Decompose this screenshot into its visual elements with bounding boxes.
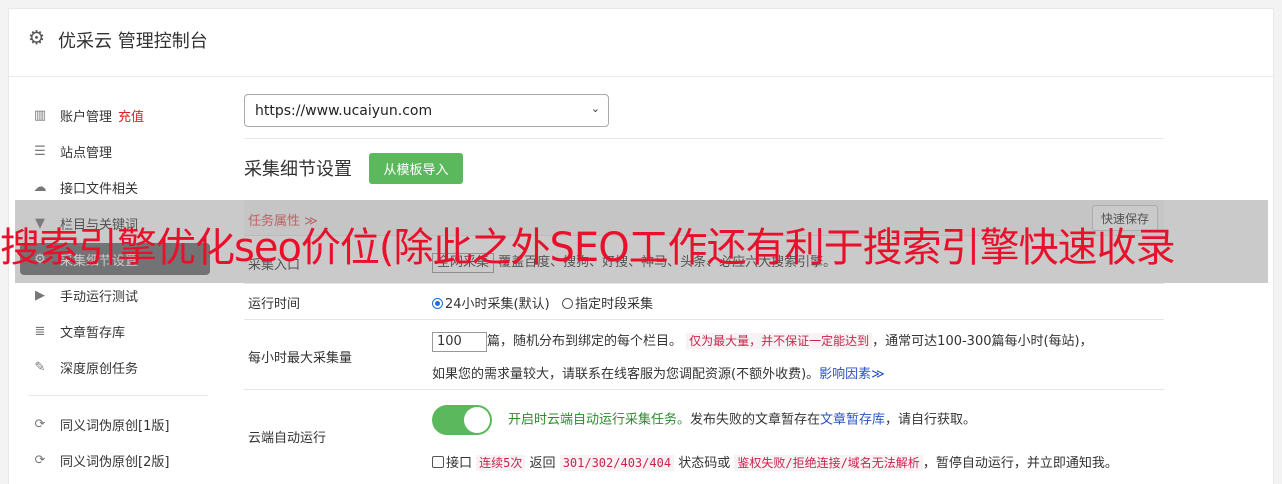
- sidebar-item-label: 账户管理: [60, 109, 113, 125]
- notify-checkbox[interactable]: [432, 456, 444, 468]
- row-text: 返回: [529, 456, 556, 471]
- sidebar-item-sites[interactable]: ☰ 站点管理: [20, 135, 210, 167]
- page-title: 优采云 管理控制台: [58, 31, 208, 52]
- sidebar-item-label: 文章暂存库: [60, 325, 126, 341]
- table-row: 每小时最大采集量 100 篇，随机分布到绑定的每个栏目。 仅为最大量，并不保证一定…: [244, 320, 1164, 390]
- sidebar-item-deep-original[interactable]: ✎ 深度原创任务: [20, 351, 210, 383]
- tag: 301/302/403/404: [559, 455, 675, 471]
- radio-label: 24小时采集(默认): [445, 297, 550, 312]
- radio-label: 指定时段采集: [575, 297, 654, 312]
- site-select-value: https://www.ucaiyun.com: [255, 102, 433, 119]
- refresh-icon: ⟳: [34, 416, 46, 432]
- chevron-down-icon: ⌄: [590, 102, 600, 115]
- row-content: 开启时云端自动运行采集任务。发布失败的文章暂存在文章暂存库，请自行获取。: [432, 405, 976, 435]
- row-text: 如果您的需求量较大，请联系在线客服为您调配资源(不额外收费)。: [432, 367, 820, 382]
- bar-chart-icon: ▥: [33, 107, 47, 123]
- row-text: 发布失败的文章暂存在: [690, 412, 821, 428]
- sidebar-item-label: 同义词伪原创[2版]: [60, 454, 170, 470]
- sidebar-item-synonym-v1[interactable]: ⟳ 同义词伪原创[1版]: [20, 408, 210, 440]
- sidebar-item-label: 站点管理: [60, 145, 113, 161]
- max-per-hour-input[interactable]: 100: [432, 331, 487, 352]
- refresh-icon: ⟳: [34, 452, 46, 468]
- influence-factors-link[interactable]: 影响因素≫: [819, 367, 885, 382]
- row-content: 24小时采集(默认) 指定时段采集: [432, 293, 653, 312]
- row-text: ，通常可达100-300篇每小时(每站)，: [872, 334, 1093, 349]
- sidebar-item-label: 接口文件相关: [60, 181, 139, 197]
- row-label: 云端自动运行: [248, 431, 327, 446]
- runtime-custom-radio[interactable]: [562, 298, 574, 309]
- sidebar-item-label: 手动运行测试: [60, 289, 139, 305]
- sidebar-divider: [28, 395, 208, 396]
- play-circle-icon: ▶: [35, 287, 45, 303]
- row-text: 接口: [446, 456, 473, 471]
- import-template-button[interactable]: 从模板导入: [369, 153, 463, 184]
- cloud-upload-icon: ☁: [33, 179, 47, 195]
- database-icon: ≣: [34, 323, 46, 339]
- row-text: ，请自行获取。: [885, 412, 977, 428]
- site-select[interactable]: https://www.ucaiyun.com ⌄: [244, 94, 609, 127]
- sidebar-item-interface[interactable]: ☁ 接口文件相关: [20, 171, 210, 203]
- cloud-run-toggle[interactable]: [432, 405, 492, 435]
- row-content: 100 篇，随机分布到绑定的每个栏目。 仅为最大量，并不保证一定能达到 ，通常可达1…: [432, 330, 1093, 352]
- sidebar-item-manual-run[interactable]: ▶ 手动运行测试: [20, 279, 210, 311]
- row-content-line2: 如果您的需求量较大，请联系在线客服为您调配资源(不额外收费)。影响因素≫: [432, 363, 885, 382]
- article-store-link[interactable]: 文章暂存库: [820, 413, 885, 428]
- row-text: 篇，随机分布到绑定的每个栏目。: [487, 334, 683, 349]
- toggle-desc: 开启时云端自动运行采集任务。: [508, 412, 691, 428]
- divider: [244, 138, 1164, 139]
- recharge-link[interactable]: 充值: [118, 106, 144, 125]
- sidebar-item-account[interactable]: ▥ 账户管理 充值: [20, 99, 210, 131]
- toggle-knob: [464, 407, 490, 433]
- row-content-line2: 接口 连续5次 返回 301/302/403/404 状态码或 鉴权失败/拒绝连…: [432, 452, 1118, 471]
- section-title: 采集细节设置: [244, 159, 352, 180]
- overlay-text: 搜索引擎优化seo价位(除此之外SEO工作还有利于搜索引擎快速收录: [0, 225, 1176, 271]
- edit-icon: ✎: [34, 359, 46, 375]
- sidebar-item-article-store[interactable]: ≣ 文章暂存库: [20, 315, 210, 347]
- row-text: 状态码或: [678, 456, 731, 471]
- sidebar-item-synonym-v2[interactable]: ⟳ 同义词伪原创[2版]: [20, 444, 210, 476]
- runtime-24h-radio[interactable]: [432, 298, 443, 309]
- right-gutter: [1274, 0, 1282, 484]
- sidebar-item-label: 深度原创任务: [60, 361, 139, 377]
- tag: 连续5次: [476, 455, 526, 471]
- row-label: 每小时最大采集量: [248, 351, 353, 366]
- table-row: 云端自动运行 开启时云端自动运行采集任务。发布失败的文章暂存在文章暂存库，请自行…: [244, 390, 1164, 480]
- gear-icon: ⚙: [28, 27, 46, 49]
- page-header: ⚙ 优采云 管理控制台: [9, 9, 1273, 77]
- max-note-tag: 仅为最大量，并不保证一定能达到: [686, 333, 873, 349]
- row-text: ，暂停自动运行，并立即通知我。: [922, 456, 1118, 471]
- table-row: 运行时间 24小时采集(默认) 指定时段采集: [244, 284, 1164, 320]
- server-icon: ☰: [34, 143, 46, 159]
- tag: 鉴权失败/拒绝连接/域名无法解析: [734, 455, 923, 471]
- sidebar-item-label: 同义词伪原创[1版]: [60, 418, 170, 434]
- row-label: 运行时间: [248, 297, 301, 312]
